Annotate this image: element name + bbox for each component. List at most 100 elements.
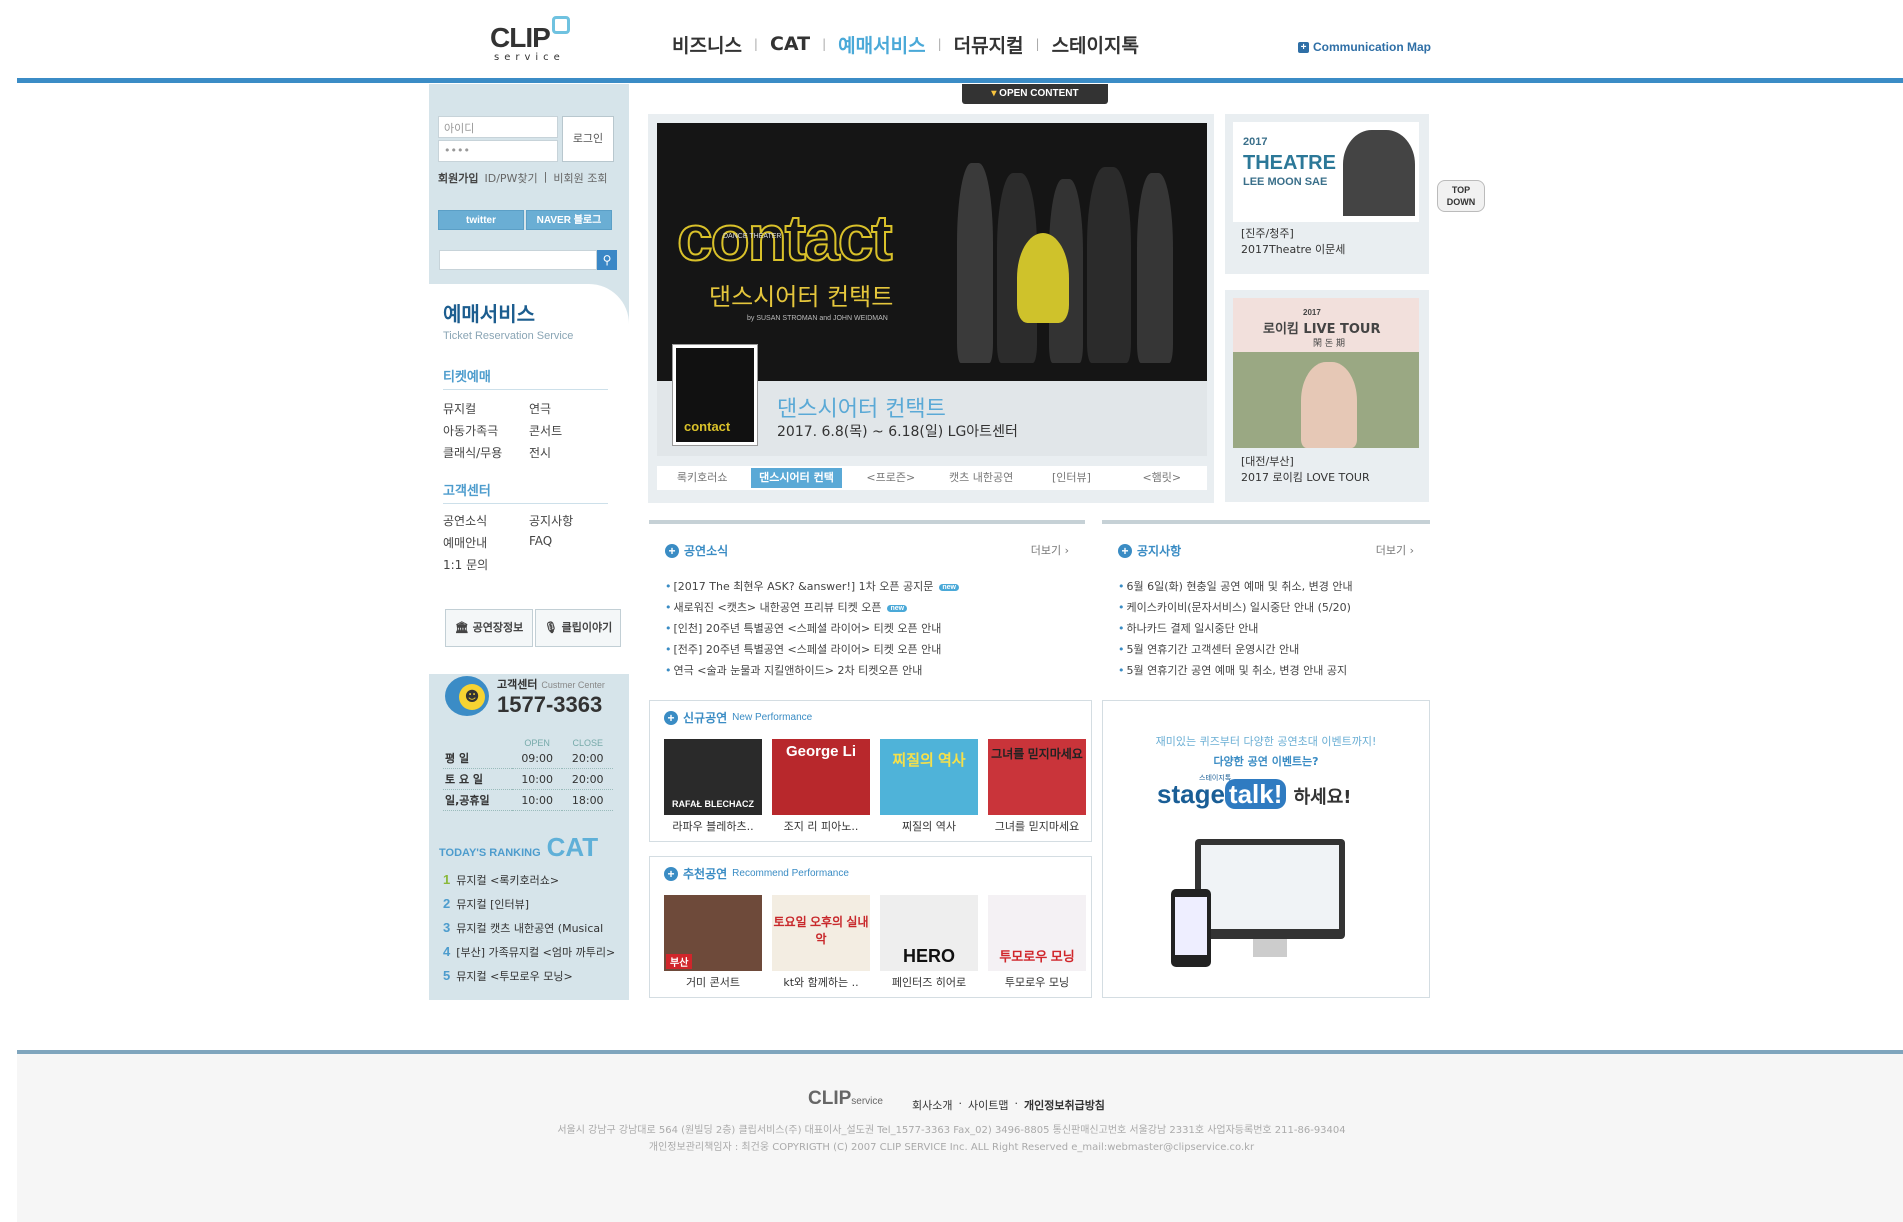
banner-show-name[interactable]: 댄스시어터 컨택트 bbox=[777, 391, 946, 423]
news-more-link[interactable]: 더보기 › bbox=[1031, 542, 1069, 558]
ranking-item[interactable]: 2 뮤지컬 [인터뷰] bbox=[443, 896, 529, 912]
dancer-yellow-dress bbox=[1017, 233, 1069, 323]
main-visual-banner: contact DANCE THEATER 댄스시어터 컨택트 by SUSAN… bbox=[648, 114, 1214, 503]
join-link[interactable]: 회원가입 bbox=[438, 170, 478, 186]
menu-family[interactable]: 아동가족극 bbox=[443, 422, 498, 439]
banner-tab[interactable]: <프로즌> bbox=[846, 466, 936, 490]
stagetalk-logo: stage talk! 하세요! bbox=[1157, 779, 1352, 809]
nav-business[interactable]: 비즈니스 bbox=[660, 31, 754, 58]
nav-cat[interactable]: CAT bbox=[758, 33, 822, 55]
list-item[interactable]: • [전주] 20주년 특별공연 <스페셜 라이어> 티켓 오픈 안내 bbox=[665, 639, 959, 660]
list-item[interactable]: • [인천] 20주년 특별공연 <스페셜 라이어> 티켓 오픈 안내 bbox=[665, 618, 959, 639]
performance-poster: George Li bbox=[772, 739, 870, 815]
site-header: CLIP service 비즈니스 | CAT | 예매서비스 | 더뮤지컬 | 스테이… bbox=[0, 0, 1903, 86]
menu-classic[interactable]: 클래식/무용 bbox=[443, 444, 502, 461]
banner-tab[interactable]: 록키호러쇼 bbox=[657, 466, 747, 490]
footer-link-privacy[interactable]: 개인정보취급방침 bbox=[1024, 1097, 1105, 1113]
ticket-section-heading: 티켓예매 bbox=[443, 366, 608, 390]
performance-item[interactable]: George Li 조지 리 피아노.. bbox=[772, 739, 870, 834]
banner-tab[interactable]: [인터뷰] bbox=[1026, 466, 1116, 490]
banner-show-date: 2017. 6.8(목) ~ 6.18(일) LG아트센터 bbox=[777, 424, 1018, 440]
login-button[interactable]: 로그인 bbox=[562, 116, 614, 162]
performance-item[interactable]: HERO 페인터즈 히어로 bbox=[880, 895, 978, 990]
ranking-item[interactable]: 3 뮤지컬 캣츠 내한공연 (Musical bbox=[443, 920, 603, 936]
list-item[interactable]: • 5월 연휴기간 공연 예매 및 취소, 변경 안내 공지 bbox=[1118, 660, 1353, 681]
banner-tab-active[interactable]: 댄스시어터 컨택 bbox=[751, 468, 842, 488]
side-banner-theatre[interactable]: 2017 THEATRE LEE MOON SAE [진주/청주] 2017Th… bbox=[1225, 114, 1429, 274]
left-sidebar: 아이디 •••• 로그인 회원가입 ID/PW찾기 | 비회원 조회 twitt… bbox=[429, 84, 629, 1000]
list-item[interactable]: • 하나카드 결제 일시중단 안내 bbox=[1118, 618, 1353, 639]
footer-link-sitemap[interactable]: 사이트맵 bbox=[968, 1097, 1008, 1113]
banner-tab[interactable]: <햄릿> bbox=[1117, 466, 1207, 490]
footer-address: 서울시 강남구 강남대로 564 (원빌딩 2층) 클립서비스(주) 대표이사_… bbox=[557, 1125, 1346, 1153]
performance-item[interactable]: 그녀를 믿지마세요 그녀를 믿지마세요 bbox=[988, 739, 1086, 834]
performance-poster: 투모로우 모닝 bbox=[988, 895, 1086, 971]
nav-stagetalk[interactable]: 스테이지톡 bbox=[1040, 31, 1151, 58]
naver-blog-button[interactable]: NAVER 블로그 bbox=[526, 210, 612, 230]
notice-more-link[interactable]: 더보기 › bbox=[1376, 542, 1414, 558]
sidebar-search-input[interactable] bbox=[439, 250, 597, 270]
new-badge: new bbox=[887, 604, 908, 612]
performance-poster: 그녀를 믿지마세요 bbox=[988, 739, 1086, 815]
twitter-button[interactable]: twitter bbox=[438, 210, 524, 230]
clip-service-logo[interactable]: CLIP service bbox=[490, 16, 580, 66]
list-item[interactable]: • 6월 6일(화) 현충일 공연 예매 및 취소, 변경 안내 bbox=[1118, 576, 1353, 597]
mic-icon: 🎙 bbox=[543, 621, 562, 634]
stagetalk-banner[interactable]: 재미있는 퀴즈부터 다양한 공연초대 이벤트까지! 다양한 공연 이벤트는? 스… bbox=[1102, 700, 1430, 998]
nav-ticket-service[interactable]: 예매서비스 bbox=[826, 31, 937, 58]
business-hours-table: OPEN CLOSE 평 일 09:00 20:00 토 요 일 10:00 20:00 … bbox=[443, 738, 613, 811]
performance-item[interactable]: 찌질의 역사 찌질의 역사 bbox=[880, 739, 978, 834]
password-input[interactable]: •••• bbox=[438, 140, 558, 162]
customer-center-label: 고객센터 Custmer Center bbox=[497, 678, 605, 691]
ranking-item[interactable]: 1 뮤지컬 <록키호러쇼> bbox=[443, 872, 559, 888]
menu-guide[interactable]: 예매안내 bbox=[443, 534, 487, 551]
list-item[interactable]: • 새로워진 <캣츠> 내한공연 프리뷰 티켓 오픈 new bbox=[665, 597, 959, 618]
notice-list: • 6월 6일(화) 현충일 공연 예매 및 취소, 변경 안내 • 케이스카이비(… bbox=[1118, 576, 1353, 681]
banner-image[interactable]: contact DANCE THEATER 댄스시어터 컨택트 by SUSAN… bbox=[657, 123, 1207, 381]
menu-inquiry[interactable]: 1:1 문의 bbox=[443, 556, 488, 573]
clip-story-button[interactable]: 🎙 클립이야기 bbox=[535, 609, 621, 647]
dancer-figure bbox=[957, 163, 993, 363]
side-banner-tour[interactable]: 2017 로이킴 LIVE TOUR 閑 돈 期 [대전/부산] 2017 로이… bbox=[1225, 290, 1429, 502]
footer-link-about[interactable]: 회사소개 bbox=[912, 1097, 952, 1113]
ranking-item[interactable]: 4 [부산] 가족뮤지컬 <엄마 까투리> bbox=[443, 944, 615, 960]
list-item[interactable]: • 5월 연휴기간 고객센터 운영시간 안내 bbox=[1118, 639, 1353, 660]
menu-news[interactable]: 공연소식 bbox=[443, 512, 487, 529]
performance-item[interactable]: 투모로우 모닝 투모로우 모닝 bbox=[988, 895, 1086, 990]
monitor-illustration bbox=[1195, 839, 1345, 957]
menu-concert[interactable]: 콘서트 bbox=[529, 422, 562, 439]
ranking-item[interactable]: 5 뮤지컬 <투모로우 모닝> bbox=[443, 968, 573, 984]
plus-circle-icon: + bbox=[664, 866, 678, 881]
menu-faq[interactable]: FAQ bbox=[529, 534, 552, 548]
menu-notice[interactable]: 공지사항 bbox=[529, 512, 573, 529]
communication-map-link[interactable]: + Communication Map bbox=[1298, 40, 1431, 54]
list-item[interactable]: • 케이스카이비(문자서비스) 일시중단 안내 (5/20) bbox=[1118, 597, 1353, 618]
list-item[interactable]: • [2017 The 최현우 ASK? &answer!] 1차 오픈 공지문 n… bbox=[665, 576, 959, 597]
banner-title-ko: 댄스시어터 컨택트 bbox=[709, 283, 894, 311]
id-input[interactable]: 아이디 bbox=[438, 116, 558, 138]
performance-item[interactable]: RAFAŁ BLECHACZ 라파우 블레하츠.. bbox=[664, 739, 762, 834]
header-bar bbox=[17, 78, 1903, 83]
menu-musical[interactable]: 뮤지컬 bbox=[443, 400, 476, 417]
news-board-title: + 공연소식 bbox=[665, 542, 728, 559]
new-performance-box: + 신규공연 New Performance RAFAŁ BLECHACZ 라파우 블… bbox=[649, 700, 1092, 842]
nav-the-musical[interactable]: 더뮤지컬 bbox=[942, 31, 1036, 58]
top-down-button[interactable]: TOP DOWN bbox=[1437, 180, 1485, 212]
find-idpw-link[interactable]: ID/PW찾기 bbox=[484, 170, 537, 186]
banner-poster-thumbnail[interactable]: contact bbox=[673, 345, 757, 445]
venue-info-button[interactable]: 🏛 공연장정보 bbox=[445, 609, 533, 647]
banner-tab[interactable]: 캣츠 내한공연 bbox=[936, 466, 1026, 490]
menu-exhibition[interactable]: 전시 bbox=[529, 444, 551, 461]
open-content-button[interactable]: ▾ OPEN CONTENT bbox=[962, 84, 1108, 104]
link-divider: | bbox=[543, 170, 548, 183]
list-item[interactable]: • 연극 <술과 눈물과 지킬앤하이드> 2차 티켓오픈 안내 bbox=[665, 660, 959, 681]
phone-illustration bbox=[1171, 889, 1211, 967]
tour-poster: 2017 로이킴 LIVE TOUR 閑 돈 期 bbox=[1233, 298, 1419, 448]
performance-item[interactable]: 토요일 오후의 실내악 kt와 함께하는 .. bbox=[772, 895, 870, 990]
search-icon[interactable]: ⚲ bbox=[597, 250, 617, 270]
plus-icon: + bbox=[1298, 41, 1309, 53]
menu-play[interactable]: 연극 bbox=[529, 400, 551, 417]
banner-credit: by SUSAN STROMAN and JOHN WEIDMAN bbox=[747, 315, 888, 322]
performance-item[interactable]: 부산 거미 콘서트 bbox=[664, 895, 762, 990]
guest-lookup-link[interactable]: 비회원 조회 bbox=[553, 170, 607, 186]
